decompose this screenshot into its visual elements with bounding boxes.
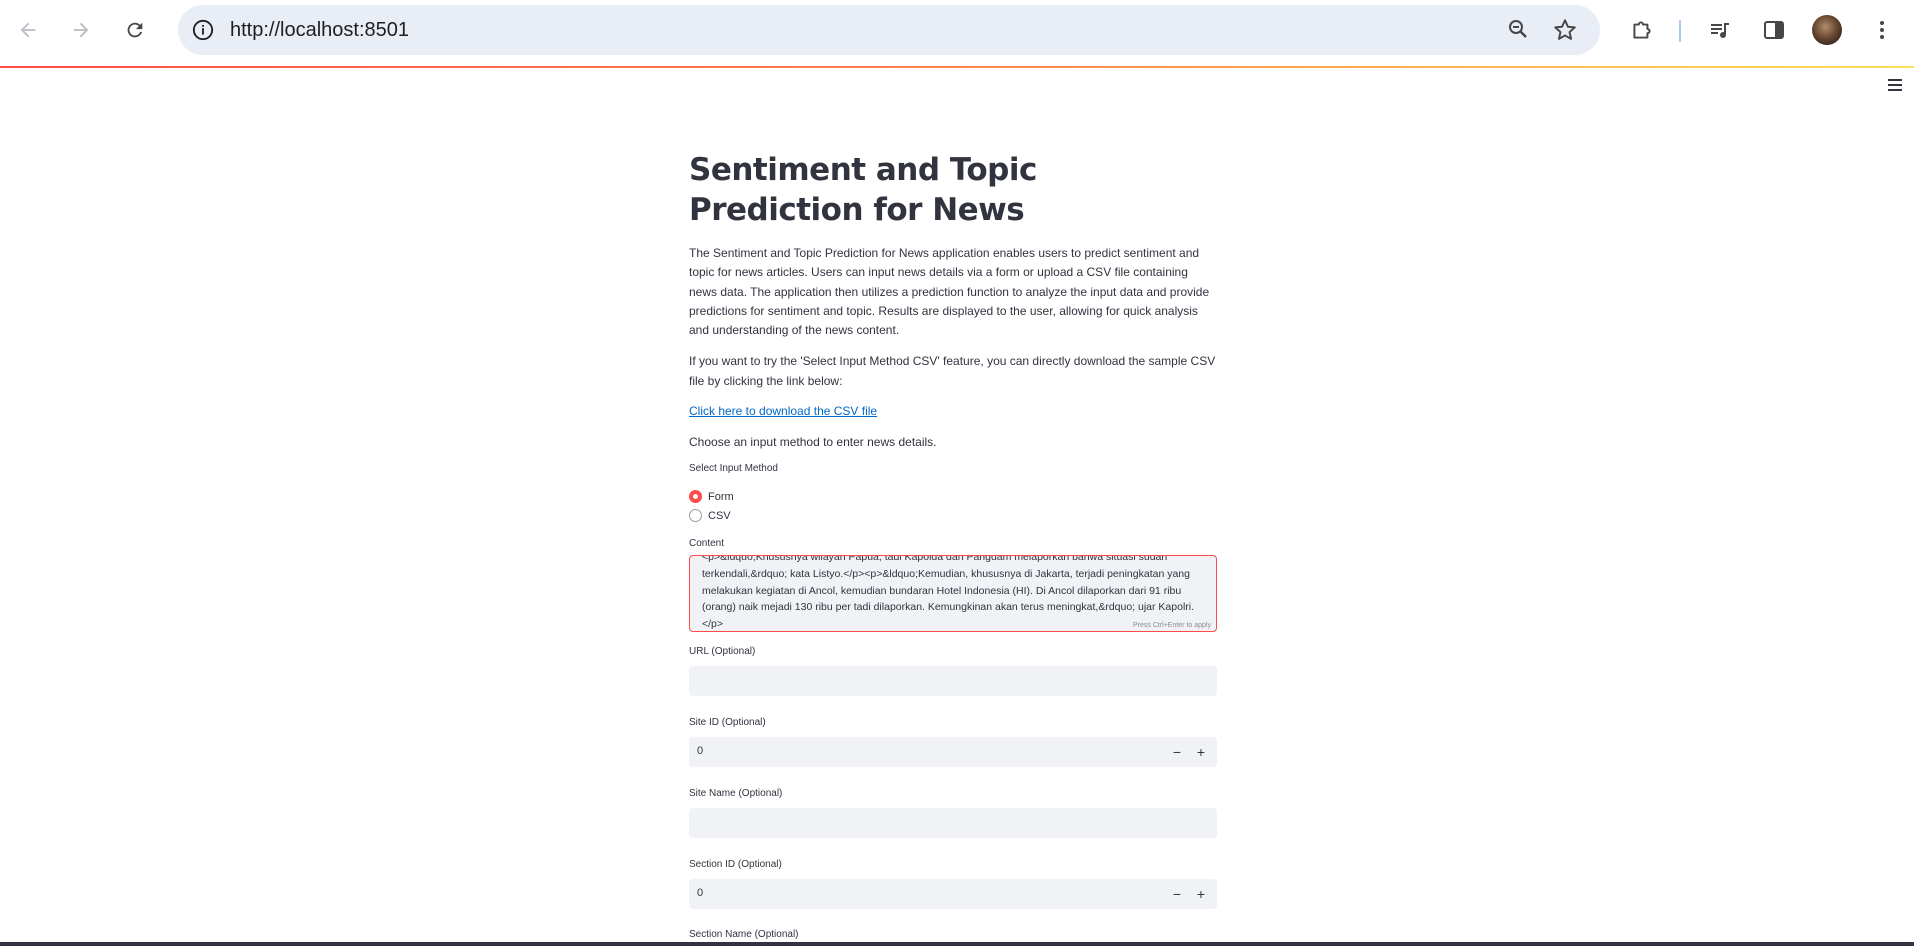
site-id-decrement-button[interactable]: −	[1167, 741, 1187, 763]
forward-icon[interactable]	[63, 12, 99, 48]
csv-hint-text: If you want to try the 'Select Input Met…	[689, 354, 1216, 388]
textarea-hint: Press Ctrl+Enter to apply	[1132, 622, 1211, 630]
section-id-stepper[interactable]: 0 − +	[689, 879, 1217, 910]
url-text[interactable]: http://localhost:8501	[230, 19, 409, 42]
window-bottom-edge	[0, 942, 1914, 946]
hamburger-menu-icon[interactable]	[1888, 79, 1902, 91]
url-input[interactable]	[689, 666, 1217, 697]
site-id-stepper[interactable]: 0 − +	[689, 737, 1217, 768]
site-id-increment-button[interactable]: +	[1191, 741, 1211, 763]
media-icon[interactable]	[1702, 12, 1738, 48]
radio-form[interactable]: Form	[689, 487, 1217, 506]
site-name-label: Site Name (Optional)	[689, 788, 783, 800]
radio-form-label: Form	[708, 490, 734, 503]
address-bar[interactable]: http://localhost:8501	[178, 5, 1600, 55]
section-id-increment-button[interactable]: +	[1191, 883, 1211, 905]
section-id-decrement-button[interactable]: −	[1167, 883, 1187, 905]
url-label: URL (Optional)	[689, 646, 756, 658]
menu-icon[interactable]	[1864, 12, 1900, 48]
choose-method-text: Choose an input method to enter news det…	[689, 435, 937, 450]
radio-csv[interactable]: CSV	[689, 506, 1217, 525]
section-id-label: Section ID (Optional)	[689, 859, 782, 871]
app-description: The Sentiment and Topic Prediction for N…	[689, 246, 1210, 338]
radio-checked-icon[interactable]	[689, 490, 702, 504]
radio-unchecked-icon[interactable]	[689, 509, 702, 523]
download-csv-link[interactable]: Click here to download the CSV file	[689, 404, 877, 418]
section-name-label: Section Name (Optional)	[689, 929, 799, 941]
input-method-radio-group: Form CSV	[689, 487, 1217, 525]
content-textarea[interactable]: <p>&ldquo;Khususnya wilayah Papua, tadi …	[689, 555, 1217, 633]
site-name-input[interactable]	[689, 808, 1217, 839]
toolbar-divider	[1679, 20, 1681, 42]
reload-icon[interactable]	[117, 12, 153, 48]
info-icon[interactable]	[188, 15, 218, 45]
extensions-icon[interactable]	[1624, 12, 1660, 48]
side-panel-icon[interactable]	[1756, 12, 1792, 48]
content-value[interactable]: <p>&ldquo;Khususnya wilayah Papua, tadi …	[702, 556, 1202, 631]
page-decoration-bar	[0, 66, 1914, 68]
avatar[interactable]	[1812, 15, 1842, 45]
input-method-label: Select Input Method	[689, 463, 778, 475]
page-title: Sentiment and Topic Prediction for News	[689, 152, 1037, 228]
main-content: Sentiment and Topic Prediction for News …	[689, 150, 1217, 940]
back-icon[interactable]	[10, 12, 46, 48]
site-id-label: Site ID (Optional)	[689, 717, 766, 729]
browser-toolbar: http://localhost:8501	[0, 0, 1914, 62]
star-icon[interactable]	[1552, 17, 1578, 48]
zoom-icon[interactable]	[1506, 17, 1530, 46]
content-label: Content	[689, 538, 725, 550]
site-id-value[interactable]: 0	[697, 745, 703, 757]
section-id-value[interactable]: 0	[697, 887, 703, 899]
radio-csv-label: CSV	[708, 509, 731, 522]
